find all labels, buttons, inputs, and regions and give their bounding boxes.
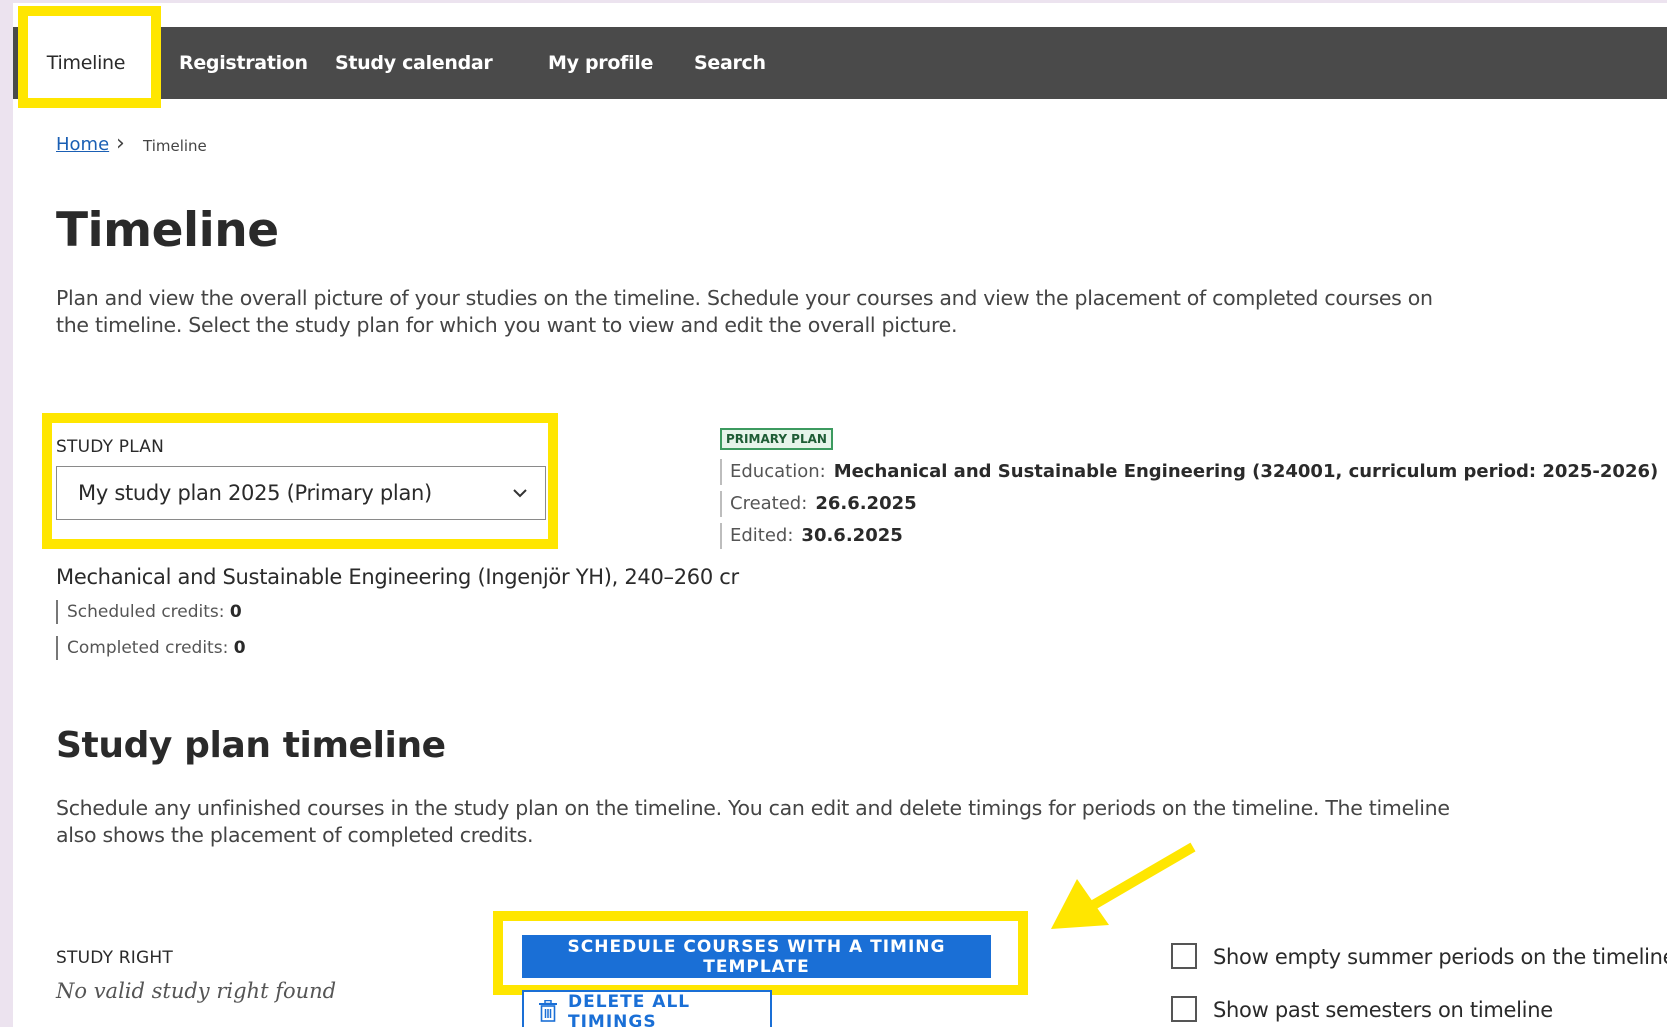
edited-value: 30.6.2025: [801, 525, 903, 546]
study-right-label: STUDY RIGHT: [56, 948, 173, 968]
completed-credits: Completed credits: 0: [56, 636, 246, 660]
timeline-section-intro: Schedule any unfinished courses in the s…: [56, 796, 1450, 847]
timeline-section-title: Study plan timeline: [56, 725, 446, 766]
nav-tab-my-profile[interactable]: My profile: [548, 27, 653, 99]
show-past-semesters-checkbox[interactable]: [1171, 996, 1197, 1022]
nav-tab-study-calendar[interactable]: Study calendar: [335, 27, 493, 99]
study-plan-label: STUDY PLAN: [56, 437, 165, 457]
study-right-value: No valid study right found: [56, 979, 337, 1003]
chevron-right-icon: ›: [116, 131, 125, 156]
study-plan-selected-value: My study plan 2025 (Primary plan): [78, 481, 432, 505]
nav-tab-timeline[interactable]: Timeline: [21, 27, 151, 99]
schedule-with-template-button[interactable]: SCHEDULE COURSES WITH A TIMING TEMPLATE: [522, 935, 991, 978]
primary-plan-badge: PRIMARY PLAN: [720, 428, 833, 450]
scheduled-credits: Scheduled credits: 0: [56, 600, 242, 624]
trash-icon: [539, 1000, 557, 1022]
scheduled-credits-label: Scheduled credits:: [67, 602, 225, 622]
delete-all-timings-label: DELETE ALL TIMINGS: [568, 992, 691, 1027]
nav-tab-search[interactable]: Search: [694, 27, 766, 99]
scheduled-credits-value: 0: [229, 602, 242, 622]
edited-info: Edited: 30.6.2025: [720, 523, 903, 549]
education-value: Mechanical and Sustainable Engineering (…: [833, 461, 1659, 482]
show-past-semesters-option[interactable]: Show past semesters on timeline: [1171, 996, 1553, 1024]
page: Timeline Registration Study calendar My …: [13, 3, 1667, 1027]
main-nav: Timeline Registration Study calendar My …: [13, 27, 1667, 99]
page-intro: Plan and view the overall picture of you…: [56, 286, 1433, 337]
breadcrumb-current: Timeline: [143, 137, 207, 155]
created-label: Created:: [730, 493, 808, 514]
show-summer-periods-checkbox[interactable]: [1171, 943, 1197, 969]
created-info: Created: 26.6.2025: [720, 491, 917, 517]
page-title: Timeline: [56, 203, 279, 258]
chevron-down-icon: [513, 489, 527, 498]
education-info: Education: Mechanical and Sustainable Eng…: [720, 459, 1658, 485]
study-plan-select[interactable]: My study plan 2025 (Primary plan): [56, 466, 546, 520]
show-summer-periods-option[interactable]: Show empty summer periods on the timelin…: [1171, 943, 1667, 971]
delete-all-timings-button[interactable]: DELETE ALL TIMINGS: [522, 990, 772, 1027]
education-label: Education:: [730, 461, 826, 482]
edited-label: Edited:: [730, 525, 794, 546]
created-value: 26.6.2025: [815, 493, 917, 514]
nav-tab-registration[interactable]: Registration: [179, 27, 308, 99]
arrow-pointer-icon: [1051, 842, 1196, 929]
breadcrumb-home-link[interactable]: Home: [56, 134, 109, 155]
show-past-semesters-label: Show past semesters on timeline: [1213, 998, 1553, 1022]
education-title: Mechanical and Sustainable Engineering (…: [56, 565, 739, 589]
show-summer-periods-label: Show empty summer periods on the timelin…: [1213, 945, 1667, 969]
completed-credits-value: 0: [233, 638, 246, 658]
completed-credits-label: Completed credits:: [67, 638, 229, 658]
